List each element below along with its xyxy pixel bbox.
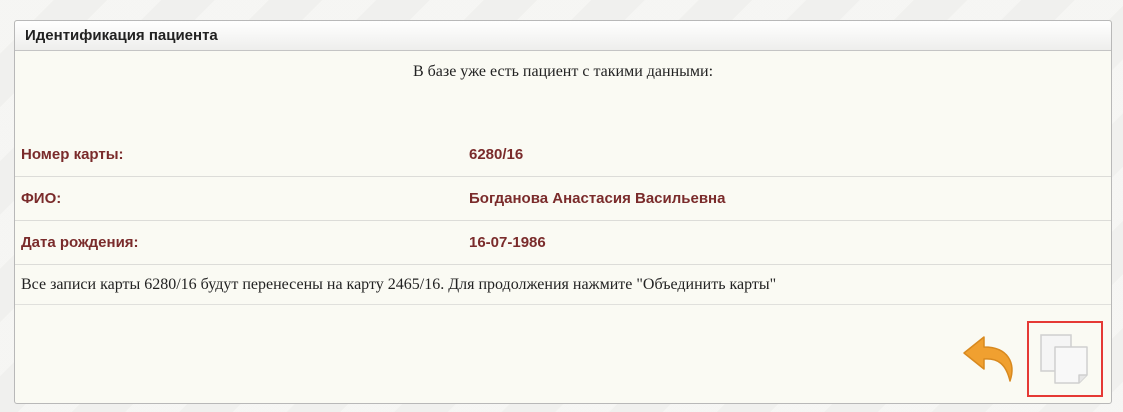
dialog-header: Идентификация пациента (15, 21, 1111, 51)
full-name-label: ФИО: (21, 190, 62, 207)
card-number-label: Номер карты: (21, 146, 124, 163)
info-row-full-name: ФИО: Богданова Анастасия Васильевна (15, 177, 1111, 221)
dialog-title: Идентификация пациента (25, 27, 218, 44)
info-row-card-number: Номер карты: 6280/16 (15, 133, 1111, 177)
back-button[interactable] (959, 328, 1021, 390)
info-row-birth-date: Дата рождения: 16-07-1986 (15, 221, 1111, 265)
merge-cards-button[interactable] (1027, 321, 1103, 397)
patient-identification-dialog: Идентификация пациента В базе уже есть п… (14, 20, 1112, 404)
dialog-actions (959, 321, 1103, 397)
copy-pages-icon (1040, 334, 1088, 384)
intro-text: В базе уже есть пациент с такими данными… (412, 63, 714, 80)
birth-date-label: Дата рождения: (21, 234, 139, 251)
undo-arrow-icon (963, 336, 1013, 382)
birth-date-value: 16-07-1986 (469, 234, 546, 251)
full-name-value: Богданова Анастасия Васильевна (469, 190, 726, 207)
merge-note: Все записи карты 6280/16 будут перенесен… (15, 265, 1111, 305)
card-number-value: 6280/16 (469, 146, 524, 163)
